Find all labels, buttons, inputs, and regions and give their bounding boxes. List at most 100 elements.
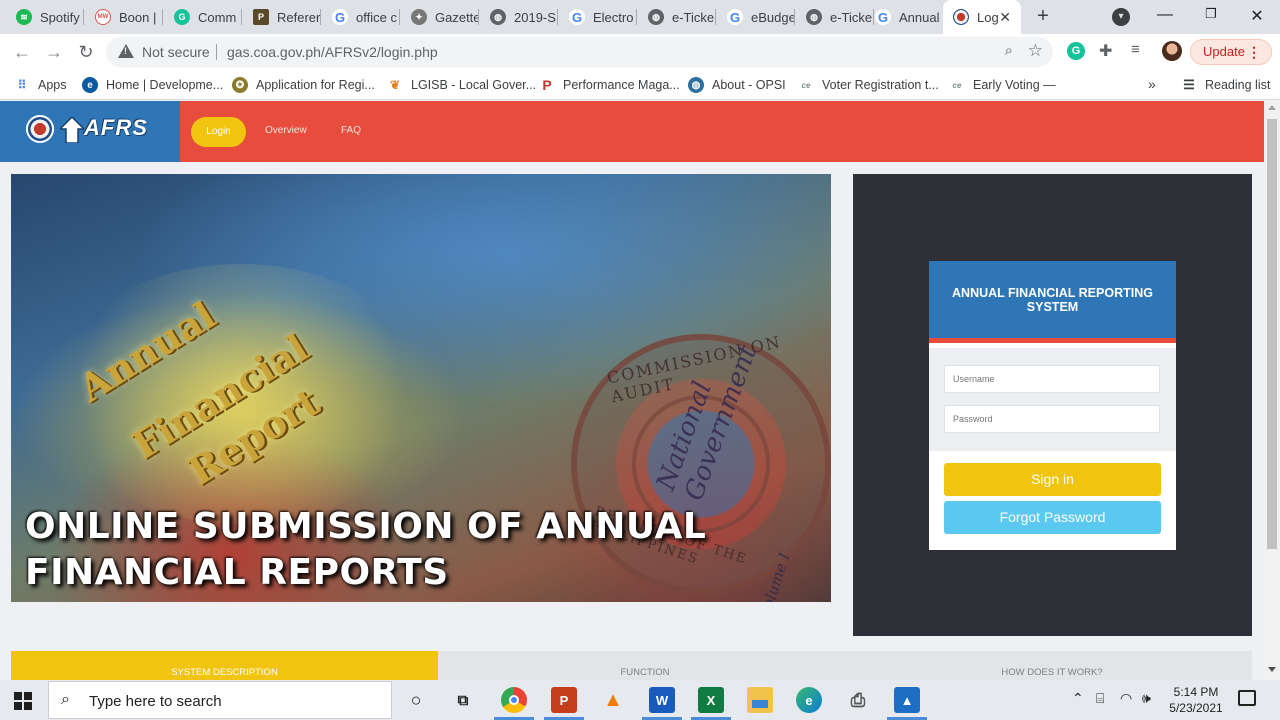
cortana-icon[interactable]: ○ bbox=[403, 687, 429, 713]
password-input[interactable] bbox=[944, 405, 1160, 433]
tab-annual[interactable]: G Annual bbox=[865, 4, 943, 30]
url-text[interactable]: gas.coa.gov.ph/AFRSv2/login.php bbox=[227, 44, 438, 60]
close-tab-icon[interactable]: ✕ bbox=[999, 9, 1011, 26]
nav-login[interactable]: Login bbox=[191, 117, 246, 147]
bookmarks-bar: ⠿ Apps e Home | Developme... ✪ Applicati… bbox=[0, 70, 1280, 100]
tab-search-icon[interactable]: ▾ bbox=[1112, 8, 1130, 26]
bookmark-home-development[interactable]: e Home | Developme... bbox=[82, 76, 223, 94]
tab-eticket-2[interactable]: ◍ e-Ticke bbox=[796, 4, 874, 30]
boon-icon: MW bbox=[95, 9, 111, 25]
bookmark-label: Early Voting — bbox=[973, 78, 1056, 92]
tab-comm[interactable]: G Comm bbox=[164, 4, 242, 30]
scroll-thumb[interactable] bbox=[1267, 119, 1277, 549]
tab-title: eBudge bbox=[751, 9, 795, 25]
bookmark-label: LGISB - Local Gover... bbox=[411, 78, 537, 92]
taskbar-search[interactable]: ⌕ Type here to search bbox=[48, 681, 392, 719]
site-logo[interactable]: AFRS bbox=[0, 101, 180, 162]
notifications-icon[interactable] bbox=[1238, 690, 1256, 706]
new-tab-button[interactable]: + bbox=[1032, 6, 1054, 28]
vlc-icon[interactable]: ▲ bbox=[600, 687, 626, 713]
forward-icon[interactable]: → bbox=[42, 40, 66, 64]
username-input[interactable] bbox=[944, 365, 1160, 393]
tab-office[interactable]: G office c bbox=[322, 4, 400, 30]
powerpoint-icon[interactable]: P bbox=[551, 687, 577, 713]
reading-list[interactable]: ☰ Reading list bbox=[1181, 76, 1270, 94]
tray-device-icon[interactable]: ⌸ bbox=[1096, 690, 1104, 707]
volume-icon[interactable]: 🕪 bbox=[1142, 690, 1151, 707]
tab-function[interactable]: FUNCTION bbox=[438, 651, 852, 681]
tab-login-active[interactable]: Log ✕ bbox=[943, 0, 1021, 34]
extensions-puzzle-icon[interactable]: ✚ bbox=[1099, 41, 1117, 60]
profile-avatar[interactable] bbox=[1162, 41, 1182, 61]
reload-icon[interactable]: ↻ bbox=[74, 40, 98, 64]
bookmark-star-icon[interactable]: ☆ bbox=[1028, 41, 1043, 61]
comelec-icon: ce bbox=[801, 80, 811, 90]
tray-chevron-icon[interactable]: ⌃ bbox=[1072, 690, 1084, 707]
tab-eticket-1[interactable]: ◍ e-Ticke bbox=[638, 4, 716, 30]
scroll-up-icon[interactable] bbox=[1268, 105, 1276, 110]
edge-icon[interactable]: e bbox=[796, 687, 822, 713]
bookmarks-overflow-icon[interactable]: » bbox=[1148, 76, 1156, 92]
reading-list-label: Reading list bbox=[1205, 78, 1271, 92]
nav-overview[interactable]: Overview bbox=[265, 125, 307, 136]
window-close-icon[interactable]: ✕ bbox=[1246, 6, 1268, 26]
login-card: ANNUAL FINANCIAL REPORTING SYSTEM Sign i… bbox=[929, 261, 1176, 550]
spotify-icon: ≋ bbox=[16, 9, 32, 25]
login-card-title: ANNUAL FINANCIAL REPORTING SYSTEM bbox=[929, 261, 1176, 343]
windows-start-icon[interactable] bbox=[14, 692, 32, 710]
tab-title: Electro bbox=[593, 9, 634, 25]
clock-date: 5/23/2021 bbox=[1169, 701, 1223, 715]
globe-icon: ◍ bbox=[806, 9, 822, 25]
minimize-icon[interactable]: — bbox=[1154, 6, 1176, 24]
back-icon[interactable]: ← bbox=[10, 40, 34, 64]
coa-seal-logo bbox=[26, 115, 54, 143]
windows-taskbar: ⌕ Type here to search ○ ⧉ P ▲ W X e ⎙ ▲ … bbox=[0, 680, 1280, 720]
task-view-icon[interactable]: ⧉ bbox=[450, 687, 476, 713]
globe-icon: ◍ bbox=[648, 9, 664, 25]
bookmark-early-voting[interactable]: ce Early Voting — bbox=[949, 76, 1056, 94]
site-header: AFRS Login Overview FAQ bbox=[0, 101, 1264, 162]
security-label[interactable]: Not secure bbox=[142, 44, 210, 60]
bookmark-application[interactable]: ✪ Application for Regi... bbox=[232, 76, 375, 94]
nav-faq[interactable]: FAQ bbox=[341, 125, 361, 136]
excel-icon[interactable]: X bbox=[698, 687, 724, 713]
tab-spotify[interactable]: ≋ Spotify bbox=[6, 4, 84, 30]
sign-in-button[interactable]: Sign in bbox=[944, 463, 1161, 496]
seal-icon: ✪ bbox=[232, 77, 248, 93]
lgisb-icon: ❦ bbox=[389, 78, 401, 92]
tab-reference[interactable]: P Referer bbox=[243, 4, 321, 30]
tab-boon[interactable]: MW Boon | bbox=[85, 4, 163, 30]
scanner-icon[interactable]: ⎙ bbox=[845, 687, 871, 713]
wifi-icon[interactable]: ◠ bbox=[1120, 690, 1132, 707]
file-explorer-icon[interactable] bbox=[747, 687, 773, 713]
chrome-icon[interactable] bbox=[501, 687, 527, 713]
bookmark-label: Application for Regi... bbox=[256, 78, 375, 92]
photos-icon[interactable]: ▲ bbox=[894, 687, 920, 713]
tab-gazette[interactable]: ✦ Gazette bbox=[401, 4, 479, 30]
scroll-down-icon[interactable] bbox=[1268, 667, 1276, 672]
address-bar[interactable]: Not secure gas.coa.gov.ph/AFRSv2/login.p… bbox=[106, 37, 1053, 67]
system-clock[interactable]: 5:14 PM 5/23/2021 bbox=[1166, 684, 1226, 716]
tab-2019[interactable]: ◍ 2019-S bbox=[480, 4, 558, 30]
media-control-icon[interactable]: ≡ bbox=[1131, 41, 1149, 59]
bookmark-voter-registration[interactable]: ce Voter Registration t... bbox=[798, 76, 939, 94]
page-scrollbar[interactable] bbox=[1264, 101, 1280, 680]
gazette-icon: ✦ bbox=[411, 9, 427, 25]
bookmark-apps[interactable]: ⠿ Apps bbox=[14, 76, 67, 94]
bookmark-performance[interactable]: P Performance Maga... bbox=[539, 76, 680, 94]
bookmark-label: Performance Maga... bbox=[563, 78, 680, 92]
bookmark-lgisb[interactable]: ❦ LGISB - Local Gover... bbox=[387, 76, 536, 94]
tab-ebudget[interactable]: G eBudge bbox=[717, 4, 795, 30]
tab-electro[interactable]: G Electro bbox=[559, 4, 637, 30]
grammarly-extension-icon[interactable]: G bbox=[1067, 42, 1085, 60]
word-icon[interactable]: W bbox=[649, 687, 675, 713]
forgot-password-button[interactable]: Forgot Password bbox=[944, 501, 1161, 534]
restore-icon[interactable]: ❐ bbox=[1200, 6, 1222, 22]
update-button[interactable]: Update ⋮ bbox=[1190, 39, 1272, 65]
tab-how-does-it-work[interactable]: HOW DOES IT WORK? bbox=[852, 651, 1252, 681]
login-form bbox=[929, 348, 1176, 451]
tab-title: Annual bbox=[899, 9, 940, 25]
tab-system-description[interactable]: SYSTEM DESCRIPTION bbox=[11, 651, 438, 681]
zoom-icon[interactable]: ⌕ bbox=[1005, 42, 1013, 59]
bookmark-opsi[interactable]: ◍ About - OPSI bbox=[688, 76, 786, 94]
